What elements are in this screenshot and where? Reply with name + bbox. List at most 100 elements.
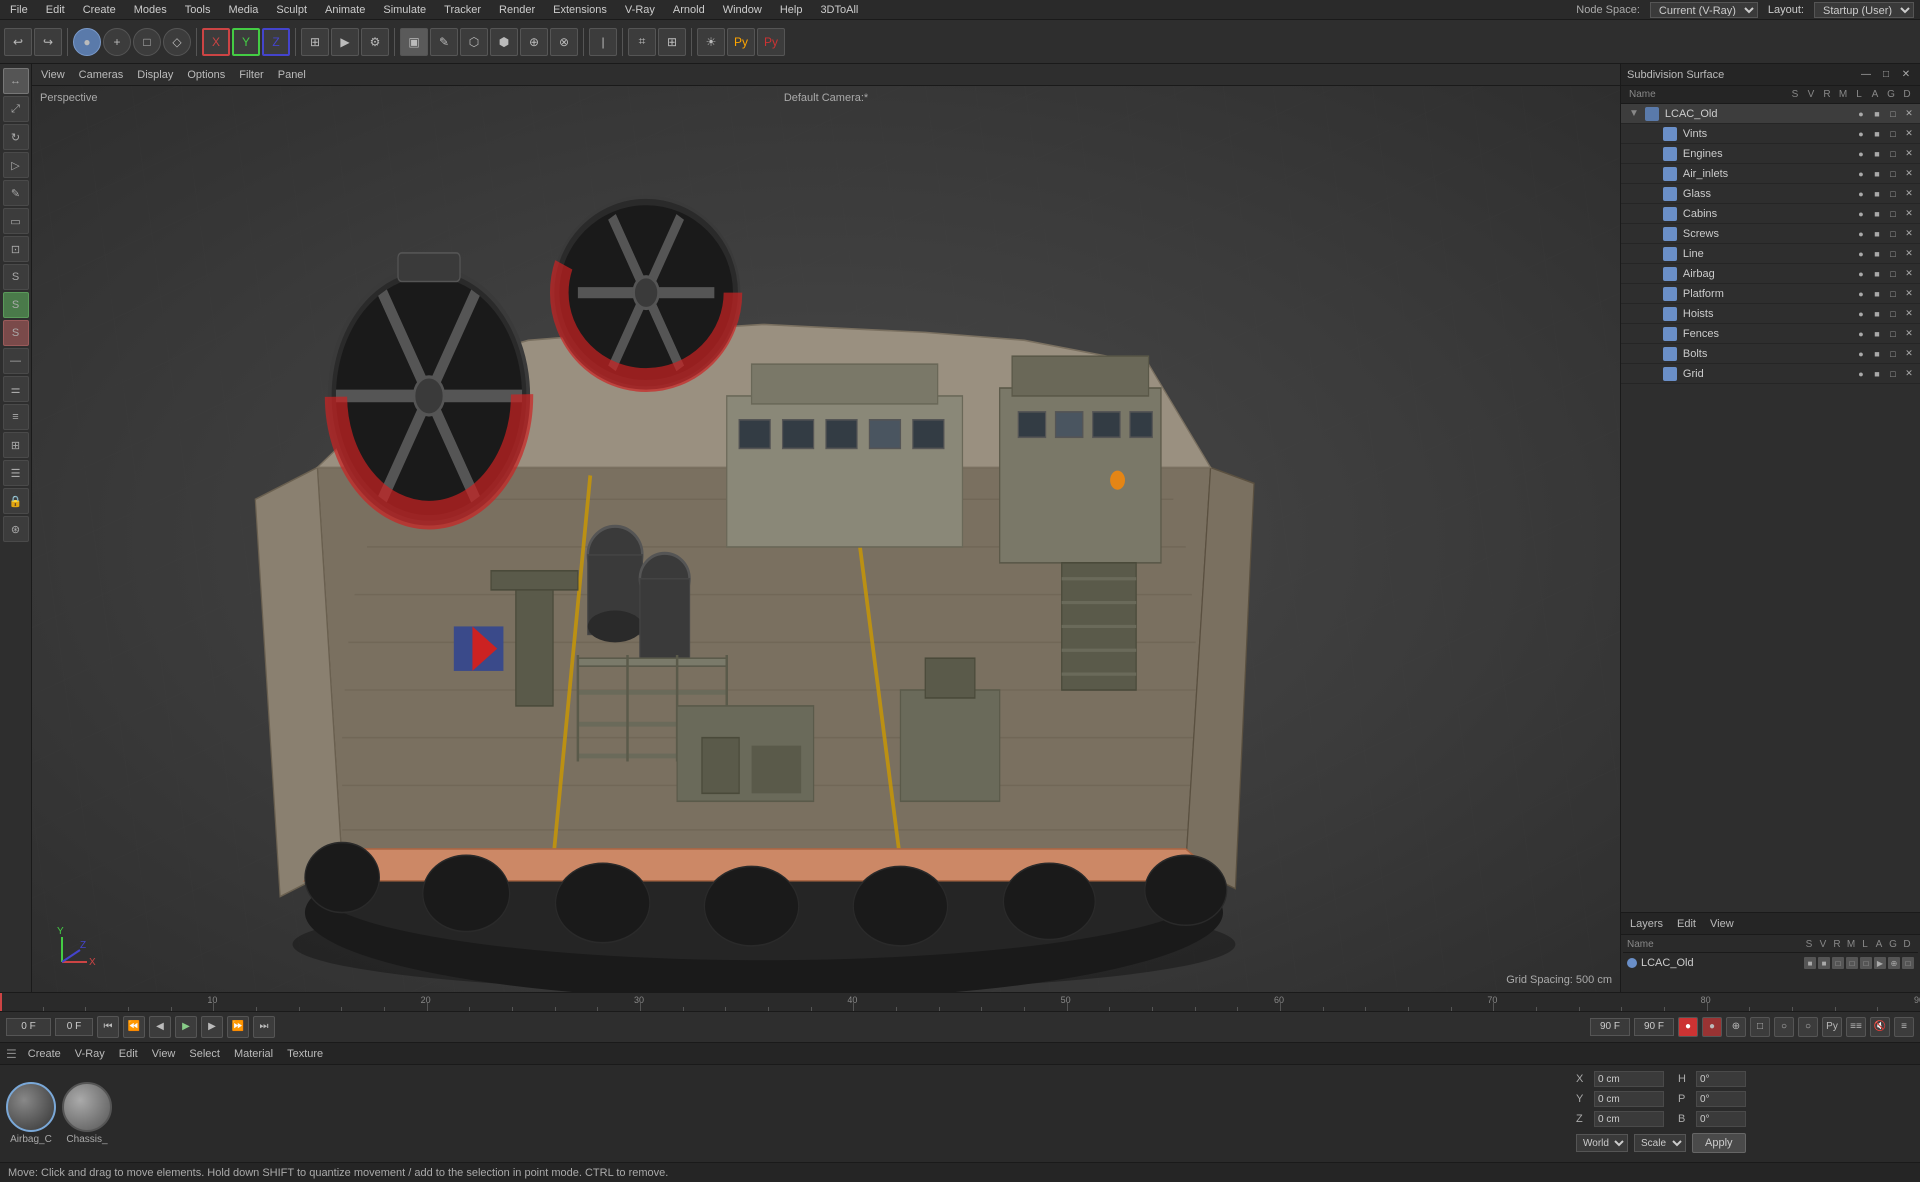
air-inlets-vis-icon[interactable]: ● xyxy=(1854,167,1868,181)
cube-tool[interactable]: ▣ xyxy=(400,28,428,56)
prev-keyframe-button[interactable]: ⏪ xyxy=(123,1016,145,1038)
bp-edit[interactable]: Edit xyxy=(116,1048,141,1060)
light-tool[interactable]: ☀ xyxy=(697,28,725,56)
platform-vis-icon[interactable]: ● xyxy=(1854,287,1868,301)
transform-y-button[interactable]: Y xyxy=(232,28,260,56)
platform-x-icon[interactable]: ✕ xyxy=(1902,287,1916,301)
vints-edit-icon[interactable]: □ xyxy=(1886,127,1900,141)
viewport-menu-cameras[interactable]: Cameras xyxy=(76,69,127,81)
menu-tools[interactable]: Tools xyxy=(181,4,215,16)
prev-frame-button[interactable]: ◀ xyxy=(149,1016,171,1038)
layer-a-icon[interactable]: ▶ xyxy=(1874,957,1886,969)
model-mode-button[interactable]: ● xyxy=(73,28,101,56)
sidebar-icon-16[interactable]: ⊛ xyxy=(3,516,29,542)
grid-x-icon[interactable]: ✕ xyxy=(1902,367,1916,381)
engines-x-icon[interactable]: ✕ xyxy=(1902,147,1916,161)
tree-item-lcac-old[interactable]: ▼ LCAC_Old ● ■ □ ✕ xyxy=(1621,104,1920,124)
undo-button[interactable]: ↩ xyxy=(4,28,32,56)
fences-edit-icon[interactable]: □ xyxy=(1886,327,1900,341)
air-inlets-x-icon[interactable]: ✕ xyxy=(1902,167,1916,181)
airbag-lock-icon[interactable]: ■ xyxy=(1870,267,1884,281)
om-close-btn[interactable]: ✕ xyxy=(1898,67,1914,83)
node-space-select[interactable]: Current (V-Ray) xyxy=(1650,2,1758,18)
layer-d-icon[interactable]: □ xyxy=(1902,957,1914,969)
bolts-vis-icon[interactable]: ● xyxy=(1854,347,1868,361)
tree-item-platform[interactable]: ▼ Platform ● ■ □ ✕ xyxy=(1621,284,1920,304)
menu-animate[interactable]: Animate xyxy=(321,4,369,16)
tree-item-fences[interactable]: ▼ Fences ● ■ □ ✕ xyxy=(1621,324,1920,344)
sidebar-icon-11[interactable]: ⚌ xyxy=(3,376,29,402)
platform-lock-icon[interactable]: ■ xyxy=(1870,287,1884,301)
platform-edit-icon[interactable]: □ xyxy=(1886,287,1900,301)
line-edit-icon[interactable]: □ xyxy=(1886,247,1900,261)
viewport-menu-options[interactable]: Options xyxy=(184,69,228,81)
menu-edit[interactable]: Edit xyxy=(42,4,69,16)
layer-g-icon[interactable]: ⊕ xyxy=(1888,957,1900,969)
coord-p-input[interactable] xyxy=(1696,1091,1746,1107)
timeline-btn-5[interactable]: Py xyxy=(1822,1017,1842,1037)
snap-tool[interactable]: | xyxy=(589,28,617,56)
hoists-lock-icon[interactable]: ■ xyxy=(1870,307,1884,321)
magnet-tool[interactable]: ⬢ xyxy=(490,28,518,56)
sidebar-rotate-tool[interactable]: ↻ xyxy=(3,124,29,150)
bp-view[interactable]: View xyxy=(149,1048,179,1060)
engines-vis-icon[interactable]: ● xyxy=(1854,147,1868,161)
tree-item-bolts[interactable]: ▼ Bolts ● ■ □ ✕ xyxy=(1621,344,1920,364)
engines-lock-icon[interactable]: ■ xyxy=(1870,147,1884,161)
sidebar-icon-10[interactable]: — xyxy=(3,348,29,374)
tree-item-line[interactable]: ▼ Line ● ■ □ ✕ xyxy=(1621,244,1920,264)
layers-menu-view[interactable]: View xyxy=(1707,918,1737,930)
edge-mode-button[interactable]: + xyxy=(103,28,131,56)
tree-item-air-inlets[interactable]: ▼ Air_inlets ● ■ □ ✕ xyxy=(1621,164,1920,184)
cabins-edit-icon[interactable]: □ xyxy=(1886,207,1900,221)
bolts-edit-icon[interactable]: □ xyxy=(1886,347,1900,361)
material-thumb-airbag[interactable]: Airbag_C xyxy=(6,1082,56,1145)
poly-mode-button[interactable]: ◇ xyxy=(163,28,191,56)
hoists-x-icon[interactable]: ✕ xyxy=(1902,307,1916,321)
layer-r-icon[interactable]: □ xyxy=(1832,957,1844,969)
bp-create[interactable]: Create xyxy=(25,1048,64,1060)
cabins-vis-icon[interactable]: ● xyxy=(1854,207,1868,221)
next-keyframe-button[interactable]: ⏩ xyxy=(227,1016,249,1038)
bp-select[interactable]: Select xyxy=(186,1048,223,1060)
screws-lock-icon[interactable]: ■ xyxy=(1870,227,1884,241)
clone-tool[interactable]: ⊕ xyxy=(520,28,548,56)
lcac-lock-icon[interactable]: ■ xyxy=(1870,107,1884,121)
bp-texture[interactable]: Texture xyxy=(284,1048,326,1060)
tree-item-vints[interactable]: ▼ Vints ● ■ □ ✕ xyxy=(1621,124,1920,144)
loop-tool[interactable]: ⊞ xyxy=(658,28,686,56)
viewport-menu-view[interactable]: View xyxy=(38,69,68,81)
transform-x-button[interactable]: X xyxy=(202,28,230,56)
engines-edit-icon[interactable]: □ xyxy=(1886,147,1900,161)
knife-tool[interactable]: ⌗ xyxy=(628,28,656,56)
lcac-x-icon[interactable]: ✕ xyxy=(1902,107,1916,121)
screws-vis-icon[interactable]: ● xyxy=(1854,227,1868,241)
hoists-edit-icon[interactable]: □ xyxy=(1886,307,1900,321)
fences-x-icon[interactable]: ✕ xyxy=(1902,327,1916,341)
glass-vis-icon[interactable]: ● xyxy=(1854,187,1868,201)
next-frame-button[interactable]: ▶ xyxy=(201,1016,223,1038)
viewport-3d[interactable]: Perspective Default Camera:* Grid Spacin… xyxy=(32,86,1620,992)
vints-x-icon[interactable]: ✕ xyxy=(1902,127,1916,141)
current-frame-input[interactable] xyxy=(55,1018,93,1036)
layer-m-icon[interactable]: □ xyxy=(1846,957,1858,969)
coord-b-input[interactable] xyxy=(1696,1111,1746,1127)
lcac-edit-icon[interactable]: □ xyxy=(1886,107,1900,121)
viewport-menu-filter[interactable]: Filter xyxy=(236,69,266,81)
menu-file[interactable]: File xyxy=(6,4,32,16)
play-button[interactable]: ▶ xyxy=(175,1016,197,1038)
coord-h-input[interactable] xyxy=(1696,1071,1746,1087)
glass-edit-icon[interactable]: □ xyxy=(1886,187,1900,201)
layer-item-lcac[interactable]: LCAC_Old ■ ■ □ □ □ ▶ ⊕ □ xyxy=(1623,953,1918,973)
timeline-ruler[interactable]: 0102030405060708090 xyxy=(0,993,1920,1011)
viewport-menu-panel[interactable]: Panel xyxy=(275,69,309,81)
sync-button[interactable]: ≡ xyxy=(1894,1017,1914,1037)
sidebar-paint-tool[interactable]: ✎ xyxy=(3,180,29,206)
menu-arnold[interactable]: Arnold xyxy=(669,4,709,16)
python2-tool[interactable]: Py xyxy=(757,28,785,56)
tree-item-screws[interactable]: ▼ Screws ● ■ □ ✕ xyxy=(1621,224,1920,244)
airbag-edit-icon[interactable]: □ xyxy=(1886,267,1900,281)
menu-vray[interactable]: V-Ray xyxy=(621,4,659,16)
om-minimize-btn[interactable]: — xyxy=(1858,67,1874,83)
menu-media[interactable]: Media xyxy=(224,4,262,16)
